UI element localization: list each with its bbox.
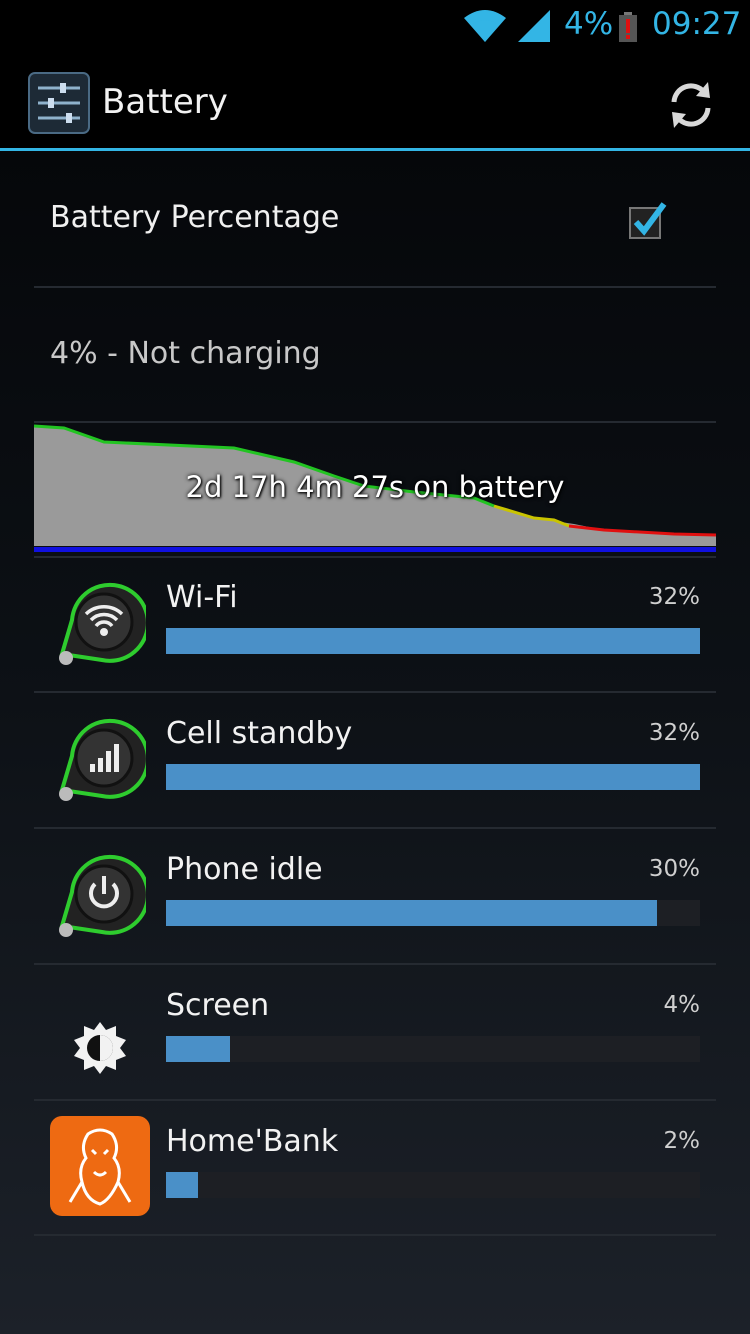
- usage-bar-fill: [166, 764, 700, 790]
- usage-bar-track: [166, 1172, 700, 1198]
- usage-percent: 2%: [663, 1128, 701, 1154]
- power-icon: [59, 854, 146, 937]
- usage-percent: 4%: [663, 992, 701, 1018]
- usage-percent: 32%: [648, 584, 700, 610]
- divider: [34, 1234, 716, 1236]
- status-bar: 4% 09:27: [0, 0, 750, 52]
- cell-signal-icon: [59, 718, 146, 801]
- usage-bar-track: [166, 900, 700, 926]
- usage-bar-fill: [166, 1036, 231, 1062]
- usage-percent: 32%: [648, 720, 700, 746]
- usage-bar-fill: [166, 900, 658, 926]
- usage-name: Screen: [166, 988, 270, 1023]
- usage-bar-fill: [166, 1172, 199, 1198]
- refresh-icon[interactable]: [664, 78, 718, 132]
- graph-charging-bar: [34, 547, 716, 552]
- usage-name: Cell standby: [166, 716, 353, 751]
- action-bar-divider: [0, 148, 750, 151]
- battery-status-text: 4% - Not charging: [50, 336, 321, 371]
- battery-low-icon: [619, 12, 637, 42]
- divider: [34, 827, 716, 829]
- usage-row-wifi[interactable]: Wi-Fi 32%: [34, 558, 716, 694]
- graph-caption: 2d 17h 4m 27s on battery: [185, 470, 565, 504]
- brightness-icon: [74, 1022, 126, 1074]
- divider: [34, 286, 716, 288]
- signal-icon: [518, 10, 550, 42]
- usage-row-screen[interactable]: Screen 4%: [34, 966, 716, 1102]
- wifi-icon: [464, 10, 506, 42]
- usage-bar-track: [166, 1036, 700, 1062]
- page-title: Battery: [102, 82, 228, 122]
- usage-row-cell-standby[interactable]: Cell standby 32%: [34, 694, 716, 830]
- divider: [34, 963, 716, 965]
- usage-bar-track: [166, 628, 700, 654]
- usage-row-homebank[interactable]: Home'Bank 2%: [34, 1102, 716, 1238]
- clock: 09:27: [652, 6, 742, 42]
- wifi-icon: [59, 582, 146, 665]
- battery-percentage-checkbox[interactable]: [628, 200, 668, 240]
- battery-percentage-label: Battery Percentage: [50, 200, 340, 235]
- battery-percent-text: 4%: [564, 6, 614, 42]
- settings-app-icon[interactable]: [28, 72, 90, 134]
- usage-name: Home'Bank: [166, 1124, 339, 1159]
- divider: [34, 691, 716, 693]
- homebank-app-icon: [50, 1116, 150, 1216]
- usage-bar-fill: [166, 628, 700, 654]
- usage-name: Wi-Fi: [166, 580, 238, 615]
- usage-percent: 30%: [648, 856, 700, 882]
- usage-name: Phone idle: [166, 852, 323, 887]
- divider: [34, 1099, 716, 1101]
- usage-bar-track: [166, 764, 700, 790]
- action-bar: Battery: [0, 52, 750, 150]
- usage-row-phone-idle[interactable]: Phone idle 30%: [34, 830, 716, 966]
